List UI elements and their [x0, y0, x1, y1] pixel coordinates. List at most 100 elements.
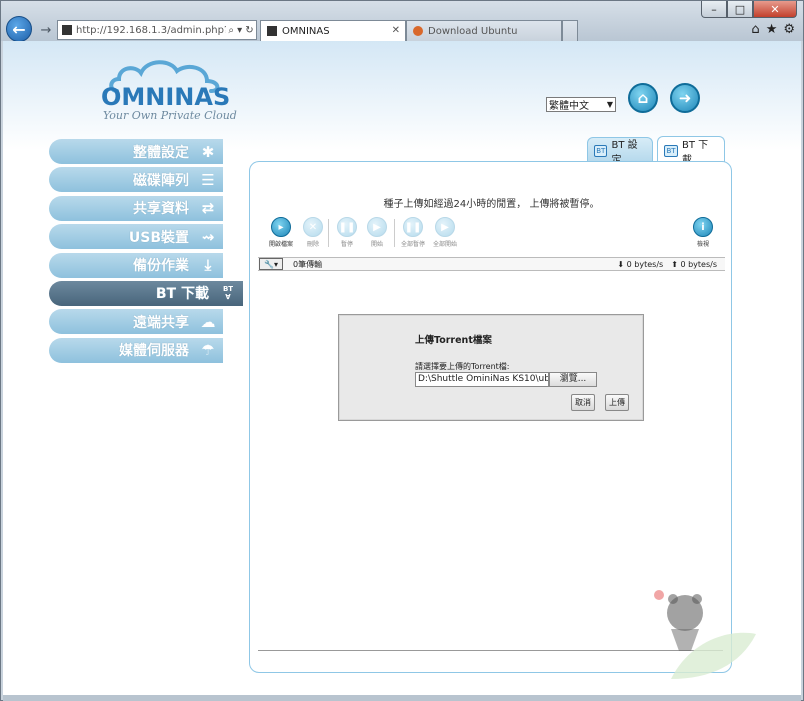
transfer-count: 0筆傳輸 — [293, 259, 323, 269]
page-content: OMNINAS Your Own Private Cloud 繁體中文 ▼ ⌂ … — [3, 41, 801, 695]
sidebar-item-label: 遠端共享 — [133, 314, 189, 331]
home-icon[interactable]: ⌂ — [751, 22, 759, 37]
arrow-up-icon: ⬆ — [671, 259, 678, 269]
browser-tab-download-ubuntu[interactable]: Download Ubuntu — [406, 20, 562, 41]
window-controls: – □ ✕ — [701, 1, 797, 18]
ubuntu-favicon-icon — [413, 26, 423, 36]
browser-toolbar-icons: ⌂ ★ ⚙ — [751, 22, 795, 37]
maximize-button[interactable]: □ — [727, 1, 753, 18]
monitor-icon: BT — [594, 144, 608, 157]
close-window-button[interactable]: ✕ — [753, 1, 797, 18]
pause-icon: ❚❚ — [337, 217, 357, 237]
folder-open-icon: ▸ — [271, 217, 291, 237]
tab-close-icon[interactable]: ✕ — [392, 25, 400, 36]
start-label: 開始 — [370, 241, 383, 248]
dialog-title: 上傳Torrent檔案 — [415, 335, 492, 346]
address-controls[interactable]: ⌕ ▾ ↻ — [226, 25, 256, 36]
arrow-left-icon: ← — [12, 19, 26, 39]
toolbar-separator — [328, 219, 329, 247]
sidebar-menu: 整體設定 ✱ 磁碟陣列 ☰ 共享資料 ⇄ USB裝置 ⇝ 備份作業 ⤓ BT 下… — [49, 139, 243, 366]
cancel-button[interactable]: 取消 — [571, 394, 595, 411]
logo-tagline: Your Own Private Cloud — [103, 109, 237, 122]
start-all-label: 全部開始 — [432, 241, 457, 248]
transfer-rates: ⬇ 0 bytes/s ⬆ 0 bytes/s — [617, 260, 717, 269]
sidebar-item-label: 備份作業 — [133, 258, 189, 275]
address-url[interactable]: http://192.168.1.3/admin.php?mer — [76, 25, 226, 36]
wrench-menu-button[interactable]: 🔧▾ — [259, 258, 283, 270]
download-rate: ⬇ 0 bytes/s — [617, 260, 663, 269]
logo-name: OMNINAS — [101, 83, 231, 111]
upload-button[interactable]: 上傳 — [605, 394, 629, 411]
sidebar-item-bt-download[interactable]: BT 下載 BT ∀ — [49, 280, 243, 306]
monitor-icon: BT — [664, 144, 678, 157]
tab-label: Download Ubuntu — [428, 25, 518, 37]
house-icon: ⌂ — [637, 89, 649, 107]
pause-all-button[interactable]: ❚❚ 全部暫停 — [398, 217, 428, 248]
language-select[interactable]: 繁體中文 ▼ — [546, 97, 616, 112]
disk-array-icon: ☰ — [201, 170, 215, 189]
sidebar-item-shared-data[interactable]: 共享資料 ⇄ — [49, 195, 223, 221]
minimize-button[interactable]: – — [701, 1, 727, 18]
star-icon[interactable]: ★ — [766, 22, 778, 37]
info-label: 檢視 — [696, 241, 709, 248]
sidebar-item-remote-share[interactable]: 遠端共享 ☁ — [49, 309, 223, 335]
seeding-notice: 種子上傳如經過24小時的閒置， 上傳將被暫停。 — [383, 199, 600, 210]
exit-icon: ➜ — [678, 89, 692, 107]
sidebar-item-label: BT 下載 — [155, 286, 209, 303]
cloud-share-icon: ☁ — [200, 312, 216, 331]
sidebar-item-media-server[interactable]: 媒體伺服器 ☂ — [49, 337, 223, 363]
sidebar-item-usb-device[interactable]: USB裝置 ⇝ — [49, 224, 223, 250]
delete-button[interactable]: ✕ 刪除 — [298, 217, 328, 248]
info-icon: i — [693, 217, 713, 237]
upload-rate-value: 0 bytes/s — [680, 259, 717, 269]
sidebar-item-system-settings[interactable]: 整體設定 ✱ — [49, 139, 223, 164]
forward-button[interactable]: → — [37, 21, 55, 39]
info-button[interactable]: i 檢視 — [688, 217, 718, 248]
browser-tab-omninas[interactable]: OMNINAS ✕ — [260, 20, 406, 41]
play-all-icon: ▶ — [435, 217, 455, 237]
pause-button[interactable]: ❚❚ 暫停 — [332, 217, 362, 248]
pause-all-label: 全部暫停 — [400, 241, 425, 248]
sidebar-item-disk-array[interactable]: 磁碟陣列 ☰ — [49, 167, 223, 193]
torrent-file-input[interactable]: D:\Shuttle OminiNas KS10\ubu — [415, 372, 549, 387]
home-button[interactable]: ⌂ — [628, 83, 658, 113]
bt-icon: BT ∀ — [222, 285, 234, 302]
dialog-file-label: 請選擇要上傳的Torrent檔: — [415, 362, 510, 371]
upload-torrent-dialog: 上傳Torrent檔案 請選擇要上傳的Torrent檔: D:\Shuttle … — [338, 314, 644, 421]
tools-icon: ✱ — [201, 142, 215, 161]
address-bar[interactable]: http://192.168.1.3/admin.php?mer ⌕ ▾ ↻ — [57, 20, 257, 40]
start-all-button[interactable]: ▶ 全部開始 — [430, 217, 460, 248]
open-file-button[interactable]: ▸ 開啟檔案 — [266, 217, 296, 248]
arrow-down-icon: ⬇ — [617, 259, 625, 269]
omninas-favicon-icon — [267, 26, 277, 36]
delete-icon: ✕ — [303, 217, 323, 237]
backup-icon: ⤓ — [204, 256, 212, 275]
tab-label: OMNINAS — [282, 25, 330, 37]
download-rate-value: 0 bytes/s — [626, 259, 664, 269]
bt-badge: BT — [222, 285, 234, 294]
tab-bt-download[interactable]: BT BT 下載 — [657, 136, 725, 166]
tab-bt-settings[interactable]: BT BT 設定 — [587, 137, 653, 166]
arrow-right-icon: → — [40, 22, 52, 38]
sidebar-item-backup[interactable]: 備份作業 ⤓ — [49, 252, 223, 278]
sidebar-item-label: 共享資料 — [133, 201, 189, 218]
toolbar-separator — [394, 219, 395, 247]
gear-icon[interactable]: ⚙ — [783, 22, 795, 37]
start-button[interactable]: ▶ 開始 — [362, 217, 392, 248]
play-icon: ▶ — [367, 217, 387, 237]
sidebar-item-label: 磁碟陣列 — [133, 172, 189, 189]
back-button[interactable]: ← — [6, 16, 32, 42]
browser-statusbar — [3, 695, 801, 701]
sidebar-item-label: USB裝置 — [128, 229, 189, 246]
bt-toolbar: ▸ 開啟檔案 ✕ 刪除 ❚❚ 暫停 ▶ 開始 ❚❚ 全部暫停 ▶ 全部開始 i … — [264, 217, 720, 253]
logout-button[interactable]: ➜ — [670, 83, 700, 113]
omninas-logo: OMNINAS Your Own Private Cloud — [101, 55, 237, 122]
site-favicon-icon — [62, 25, 72, 35]
upload-rate: ⬆ 0 bytes/s — [671, 260, 717, 269]
browse-button[interactable]: 瀏覽... — [549, 372, 597, 387]
bear-watermark-icon — [654, 590, 756, 679]
media-server-icon: ☂ — [201, 341, 215, 360]
pause-all-icon: ❚❚ — [403, 217, 423, 237]
new-tab-area[interactable] — [562, 20, 578, 41]
chevron-down-icon: ▼ — [606, 100, 613, 109]
